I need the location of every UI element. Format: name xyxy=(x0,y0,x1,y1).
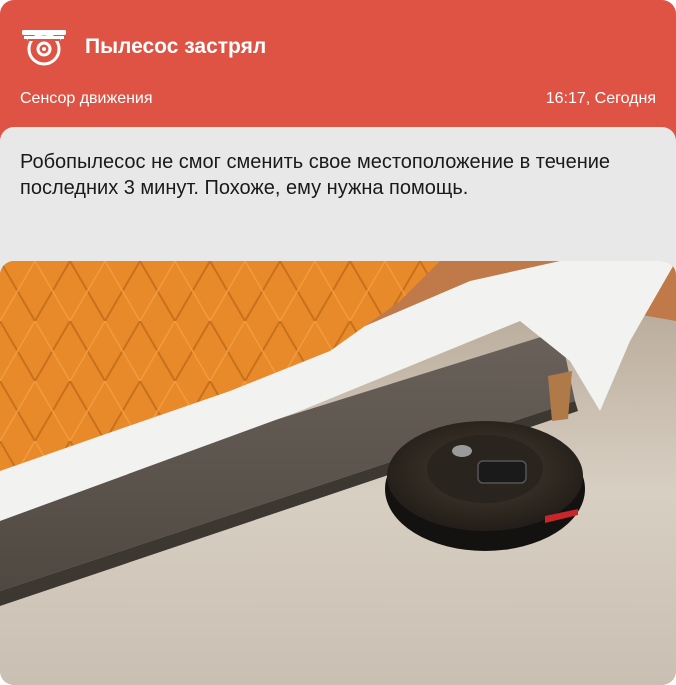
notification-source: Сенсор движения xyxy=(20,90,153,107)
security-camera-icon xyxy=(20,27,68,67)
notification-time: 16:17, Сегодня xyxy=(545,90,656,107)
notification-card[interactable]: Пылесос застрял Сенсор движения 16:17, С… xyxy=(0,0,676,685)
camera-snapshot-image[interactable] xyxy=(0,261,676,685)
notification-title: Пылесос застрял xyxy=(85,35,267,58)
notification-message: Робопылесос не смог сменить свое местопо… xyxy=(20,151,611,199)
